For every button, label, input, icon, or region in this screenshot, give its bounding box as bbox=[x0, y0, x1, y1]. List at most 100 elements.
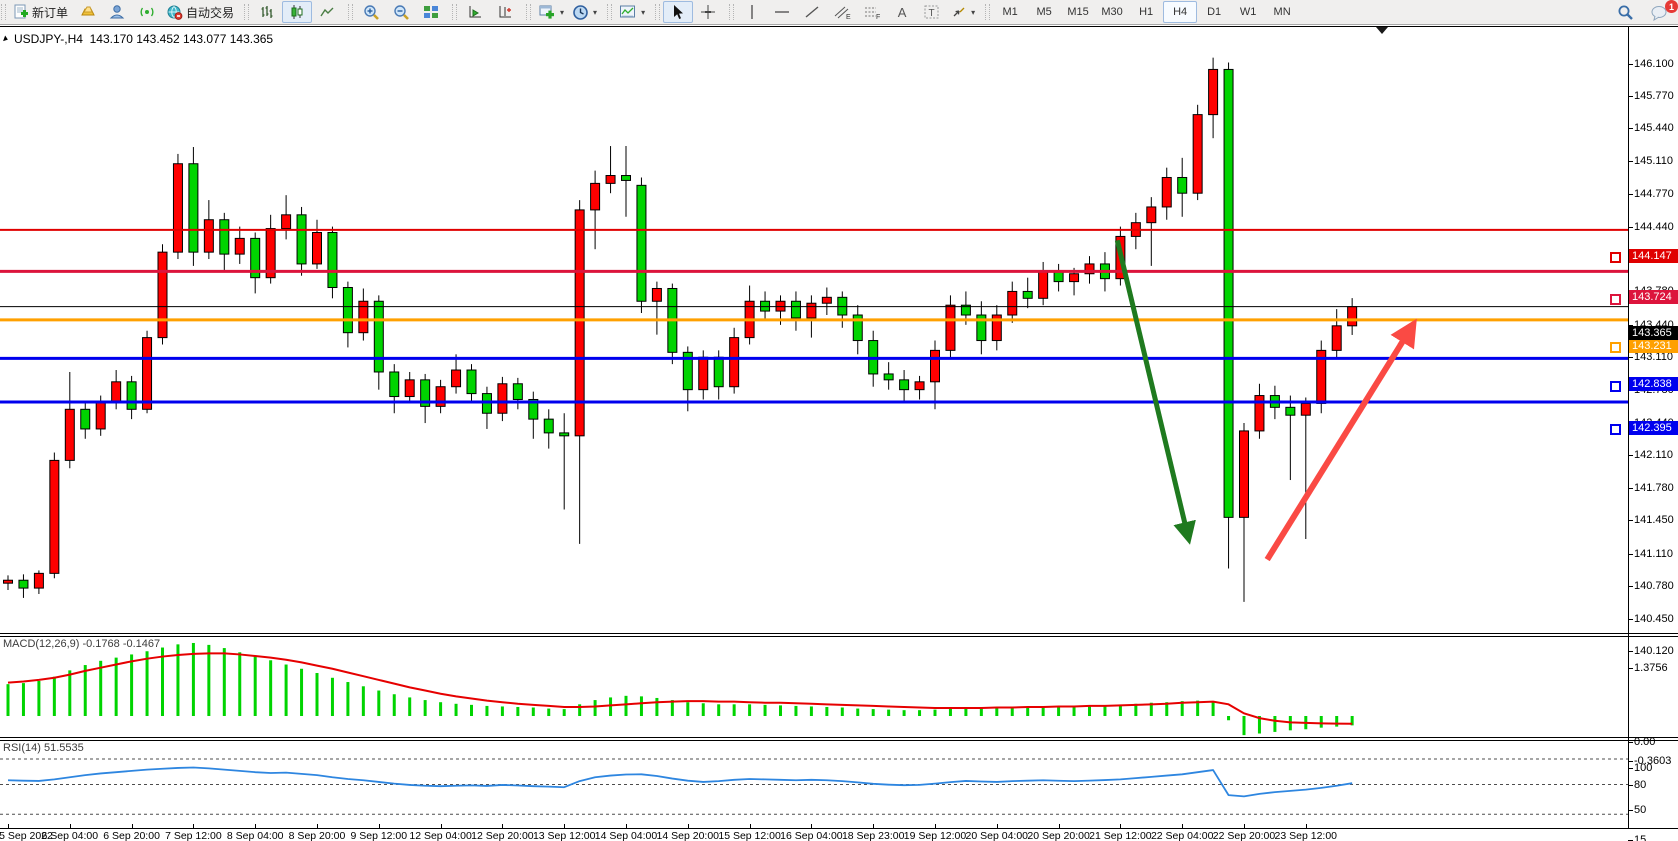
candle-body bbox=[931, 350, 940, 381]
time-tick bbox=[255, 824, 256, 828]
toolbar-group-cursor bbox=[652, 0, 726, 24]
macd-histogram-bar bbox=[485, 706, 488, 716]
timeframe-h1-button[interactable]: H1 bbox=[1129, 1, 1163, 23]
timeframe-m30-button[interactable]: M30 bbox=[1095, 1, 1129, 23]
price-level-label: 142.838 bbox=[1629, 377, 1678, 391]
zoom-out-button[interactable] bbox=[386, 1, 416, 23]
new-order-button[interactable]: 新订单 bbox=[9, 1, 72, 23]
time-tick bbox=[1244, 824, 1245, 828]
macd-histogram-bar bbox=[1335, 716, 1338, 727]
macd-histogram-bar bbox=[516, 707, 519, 716]
toolbar-right: 1 bbox=[1610, 0, 1674, 24]
time-axis-label: 22 Sep 04:00 bbox=[1151, 830, 1213, 841]
timeframe-m5-button[interactable]: M5 bbox=[1027, 1, 1061, 23]
macd-histogram-bar bbox=[1088, 706, 1091, 716]
macd-histogram-bar bbox=[1011, 708, 1014, 716]
price-level-handle[interactable] bbox=[1610, 381, 1621, 392]
macd-histogram-bar bbox=[7, 684, 10, 716]
macd-histogram-bar bbox=[1320, 716, 1323, 728]
timeframe-d1-button[interactable]: D1 bbox=[1197, 1, 1231, 23]
candle-body bbox=[452, 370, 461, 387]
time-tick bbox=[502, 824, 503, 828]
chart-shift-button[interactable] bbox=[490, 1, 520, 23]
candle-body bbox=[1209, 69, 1218, 114]
new-order-label: 新订单 bbox=[32, 4, 68, 21]
candlestick-chart-button[interactable] bbox=[282, 1, 312, 23]
indicators-button[interactable]: ▾ bbox=[615, 1, 649, 23]
macd-histogram-bar bbox=[779, 705, 782, 716]
time-tick bbox=[811, 824, 812, 828]
macd-histogram-bar bbox=[856, 709, 859, 716]
price-tick bbox=[1628, 619, 1633, 620]
bar-chart-button[interactable] bbox=[252, 1, 282, 23]
time-axis-label: 19 Sep 12:00 bbox=[904, 830, 966, 841]
notifications-button[interactable]: 1 bbox=[1644, 1, 1674, 23]
up-trend-arrow bbox=[1267, 326, 1412, 560]
profiles-button[interactable] bbox=[72, 1, 102, 23]
accounts-button[interactable] bbox=[102, 1, 132, 23]
timeframe-w1-button[interactable]: W1 bbox=[1231, 1, 1265, 23]
time-tick bbox=[1182, 824, 1183, 828]
price-tick bbox=[1628, 520, 1633, 521]
chart-shift-icon bbox=[497, 4, 513, 20]
macd-tick-label: 1.3756 bbox=[1634, 662, 1668, 674]
macd-histogram-bar bbox=[161, 648, 164, 716]
macd-histogram-bar bbox=[532, 708, 535, 716]
candle-body bbox=[204, 220, 213, 252]
price-level-handle[interactable] bbox=[1610, 342, 1621, 353]
svg-text:E: E bbox=[846, 14, 851, 20]
autotrading-icon bbox=[166, 4, 183, 20]
price-level-label: 144.147 bbox=[1629, 249, 1678, 263]
macd-histogram-bar bbox=[455, 704, 458, 716]
price-level-handle[interactable] bbox=[1610, 424, 1621, 435]
vertical-line-icon bbox=[746, 4, 758, 20]
text-button[interactable]: A bbox=[887, 1, 917, 23]
new-chart-button[interactable]: ▾ bbox=[534, 1, 568, 23]
timeframe-m15-button[interactable]: M15 bbox=[1061, 1, 1095, 23]
time-axis-label: 14 Sep 04:00 bbox=[595, 830, 657, 841]
macd-histogram-bar bbox=[702, 703, 705, 716]
timeframe-mn-button[interactable]: MN bbox=[1265, 1, 1299, 23]
auto-scroll-button[interactable] bbox=[460, 1, 490, 23]
candle-body bbox=[822, 297, 831, 303]
price-level-handle[interactable] bbox=[1610, 294, 1621, 305]
zoom-in-button[interactable] bbox=[356, 1, 386, 23]
macd-histogram-bar bbox=[717, 704, 720, 716]
rsi-line bbox=[8, 768, 1352, 797]
line-chart-icon bbox=[319, 4, 335, 20]
macd-histogram-bar bbox=[918, 710, 921, 716]
price-level-handle[interactable] bbox=[1610, 252, 1621, 263]
timeframe-h4-button[interactable]: H4 bbox=[1163, 1, 1197, 23]
chart-area[interactable]: USDJPY-,H4 143.170 143.452 143.077 143.3… bbox=[0, 26, 1678, 841]
zoom-in-icon bbox=[363, 4, 380, 21]
macd-histogram-bar bbox=[1057, 706, 1060, 716]
vertical-line-button[interactable] bbox=[737, 1, 767, 23]
chart-canvas[interactable] bbox=[0, 26, 1678, 841]
macd-histogram-bar bbox=[887, 710, 890, 716]
macd-histogram-bar bbox=[300, 669, 303, 716]
timeframe-m1-button[interactable]: M1 bbox=[993, 1, 1027, 23]
line-chart-button[interactable] bbox=[312, 1, 342, 23]
signals-button[interactable] bbox=[132, 1, 162, 23]
price-tick-label: 141.110 bbox=[1634, 548, 1673, 560]
fibonacci-button[interactable]: F bbox=[857, 1, 887, 23]
gold-ingot-icon bbox=[79, 4, 96, 20]
candle-body bbox=[1178, 177, 1187, 193]
toolbar-group-objects: E F A T ▾ bbox=[726, 0, 982, 24]
macd-histogram-bar bbox=[223, 648, 226, 716]
equidistant-channel-button[interactable]: E bbox=[827, 1, 857, 23]
search-button[interactable] bbox=[1610, 1, 1640, 23]
horizontal-line-button[interactable] bbox=[767, 1, 797, 23]
autotrading-button[interactable]: 自动交易 bbox=[162, 1, 238, 23]
arrows-tool-button[interactable]: ▾ bbox=[947, 1, 979, 23]
time-axis-label: 6 Sep 20:00 bbox=[103, 830, 160, 841]
candle-body bbox=[1193, 115, 1202, 194]
trendline-button[interactable] bbox=[797, 1, 827, 23]
crosshair-button[interactable] bbox=[693, 1, 723, 23]
tile-windows-button[interactable] bbox=[416, 1, 446, 23]
text-label-button[interactable]: T bbox=[917, 1, 947, 23]
period-button[interactable]: ▾ bbox=[568, 1, 601, 23]
macd-histogram-bar bbox=[37, 681, 40, 716]
cursor-button[interactable] bbox=[663, 1, 693, 23]
time-tick bbox=[564, 824, 565, 828]
